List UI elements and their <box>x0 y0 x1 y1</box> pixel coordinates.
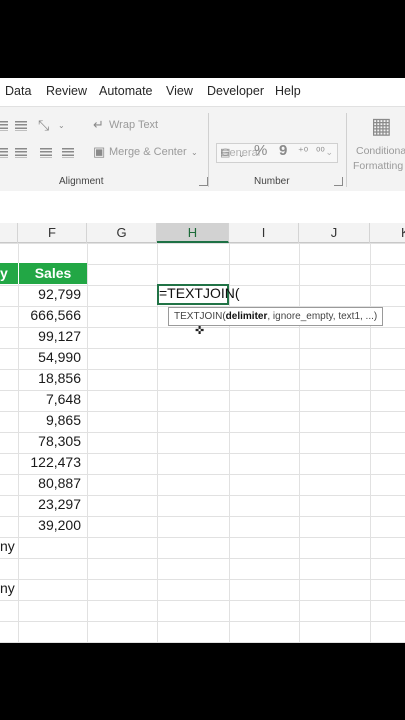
formula-entry[interactable]: =TEXTJOIN( <box>159 285 240 301</box>
tooltip-remaining-args: , ignore_empty, text1, ...) <box>267 311 378 322</box>
wrap-text-button[interactable]: Wrap Text <box>109 119 158 131</box>
align-top-icon[interactable] <box>0 121 8 131</box>
sales-cell[interactable]: 39,200 <box>18 515 81 536</box>
alignment-launcher-icon[interactable] <box>199 177 208 186</box>
orientation-icon[interactable]: ⤡ <box>38 118 49 132</box>
sales-header-cell[interactable]: Sales <box>18 263 87 284</box>
menu-developer[interactable]: Developer <box>207 84 264 98</box>
formula-bar-area <box>0 191 405 223</box>
menu-review[interactable]: Review <box>46 84 87 98</box>
sales-cell[interactable]: 23,297 <box>18 494 81 515</box>
sales-cell[interactable]: 54,990 <box>18 347 81 368</box>
sales-cell[interactable]: 666,566 <box>18 305 81 326</box>
partial-cell[interactable]: ny <box>0 578 18 599</box>
header-cell-partial[interactable]: y <box>0 263 18 284</box>
column-header-h[interactable]: H <box>157 223 229 243</box>
merge-center-icon[interactable]: ▣ <box>93 145 105 158</box>
column-header-row: F G H I J K <box>0 223 405 243</box>
accounting-chevron-icon[interactable]: ⌄ <box>238 149 245 161</box>
wrap-text-icon[interactable]: ↵ <box>93 118 104 131</box>
align-left-icon[interactable] <box>0 148 8 158</box>
grid-line <box>299 243 300 643</box>
sales-cell[interactable]: 78,305 <box>18 431 81 452</box>
merge-center-button[interactable]: Merge & Center <box>109 146 187 158</box>
sales-cell[interactable]: 99,127 <box>18 326 81 347</box>
column-header-k[interactable]: K <box>370 223 405 243</box>
sales-cell[interactable]: 18,856 <box>18 368 81 389</box>
sales-cell[interactable]: 80,887 <box>18 473 81 494</box>
sales-cell[interactable]: 9,865 <box>18 410 81 431</box>
sales-cell[interactable]: 7,648 <box>18 389 81 410</box>
alignment-group-label: Alignment <box>59 176 104 187</box>
partial-cell[interactable]: ny <box>0 536 18 557</box>
menu-help[interactable]: Help <box>275 84 301 98</box>
ribbon-separator <box>346 113 347 187</box>
number-launcher-icon[interactable] <box>334 177 343 186</box>
accounting-format-icon[interactable]: ▤ <box>220 147 230 159</box>
merge-chevron-icon[interactable]: ⌄ <box>191 147 198 159</box>
grid-line <box>370 243 371 643</box>
column-header-e[interactable] <box>0 223 18 243</box>
menu-bar: Data Review Automate View Developer Help <box>0 78 405 106</box>
column-header-j[interactable]: J <box>299 223 370 243</box>
comma-style-icon[interactable]: 9 <box>279 143 287 158</box>
ribbon: ⤡ ⌄ ↵ Wrap Text ▣ Merge & Center ⌄ Align… <box>0 106 405 192</box>
menu-automate[interactable]: Automate <box>99 84 153 98</box>
percent-icon[interactable]: % <box>254 143 267 158</box>
column-header-i[interactable]: I <box>229 223 299 243</box>
conditional-formatting-line2[interactable]: Formatting <box>353 160 403 172</box>
align-center-icon[interactable] <box>15 148 27 158</box>
excel-window: Data Review Automate View Developer Help… <box>0 78 405 643</box>
increase-decimal-icon[interactable]: ⁺⁰ <box>298 146 308 158</box>
decrease-indent-icon[interactable] <box>40 148 52 158</box>
decrease-decimal-icon[interactable]: ⁰⁰ <box>316 146 325 158</box>
align-middle-icon[interactable] <box>15 121 27 131</box>
chevron-down-icon: ⌄ <box>325 147 333 157</box>
plus-cursor-icon: ✜ <box>195 325 205 337</box>
column-header-f[interactable]: F <box>18 223 87 243</box>
conditional-formatting-icon[interactable]: ▦ <box>371 115 392 137</box>
tooltip-function-name[interactable]: TEXTJOIN( <box>174 311 226 322</box>
orientation-chevron-icon[interactable]: ⌄ <box>58 120 65 132</box>
column-header-g[interactable]: G <box>87 223 157 243</box>
tooltip-current-arg[interactable]: delimiter <box>226 311 268 322</box>
menu-view[interactable]: View <box>166 84 193 98</box>
sales-cell[interactable]: 92,799 <box>18 284 81 305</box>
menu-data[interactable]: Data <box>5 84 31 98</box>
ribbon-separator <box>208 113 209 187</box>
grid-line <box>229 243 230 643</box>
sales-cell[interactable]: 122,473 <box>18 452 81 473</box>
grid-line <box>87 243 88 643</box>
conditional-formatting-line1[interactable]: Conditional <box>356 145 405 157</box>
increase-indent-icon[interactable] <box>62 148 74 158</box>
number-group-label: Number <box>254 176 290 187</box>
